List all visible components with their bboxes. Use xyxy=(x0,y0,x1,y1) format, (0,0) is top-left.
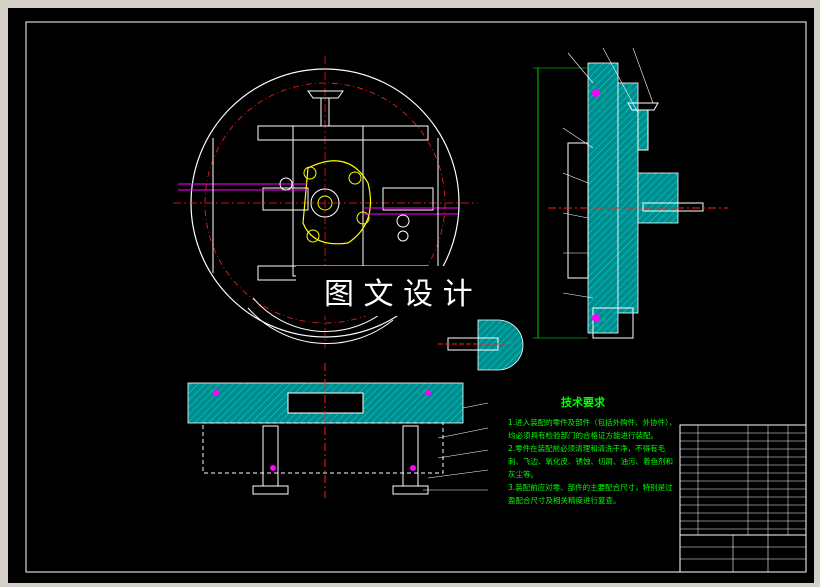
watermark-text: 图 文 设 计 xyxy=(324,277,473,312)
side-view xyxy=(533,47,728,339)
parts-list-table xyxy=(679,424,807,536)
front-section-view xyxy=(187,363,489,498)
window-frame: 图 文 设 计 技术要求 1.进入装配的零件及部件（包括外购件、外协件），均必须… xyxy=(0,0,820,587)
tech-req-title: 技术要求 xyxy=(561,395,606,409)
detail-view xyxy=(438,319,524,371)
assembly-drawing: 图 文 设 计 技术要求 1.进入装配的零件及部件（包括外购件、外协件），均必须… xyxy=(25,21,807,573)
tech-req-item-3: 3.装配前应对零、部件的主要配合尺寸，特别是过盈配合尺寸及相关精度进行复查。 xyxy=(508,483,673,505)
tech-req-item-2: 2.零件在装配前必须清理和清洗干净，不得有毛刺、飞边、氧化皮、锈蚀、切屑、油污、… xyxy=(508,444,673,479)
tech-req-item-1: 1.进入装配的零件及部件（包括外购件、外协件），均必须具有检验部门的合格证方能进… xyxy=(508,418,677,440)
technical-requirements: 技术要求 1.进入装配的零件及部件（包括外购件、外协件），均必须具有检验部门的合… xyxy=(508,395,677,505)
parts-table-border xyxy=(679,424,807,536)
drawing-canvas[interactable]: 图 文 设 计 技术要求 1.进入装配的零件及部件（包括外购件、外协件），均必须… xyxy=(8,8,814,583)
workpiece-outline xyxy=(302,160,372,245)
title-block xyxy=(679,534,807,573)
